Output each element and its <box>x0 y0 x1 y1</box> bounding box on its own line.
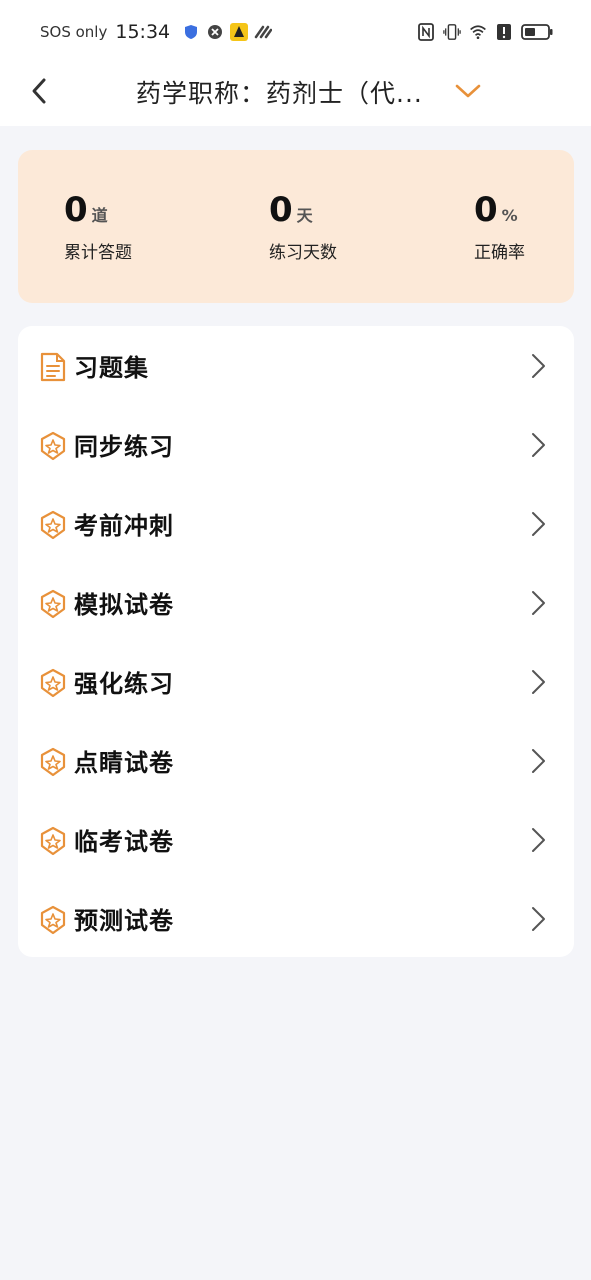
chevron-left-icon <box>32 78 46 104</box>
chevron-right-icon <box>532 354 545 378</box>
stat-total-answered: 0 道 累计答题 <box>64 190 132 263</box>
star-badge-icon <box>40 668 66 698</box>
menu-item-intensive-practice[interactable]: 强化练习 <box>18 642 574 721</box>
chevron-right-icon <box>532 433 545 457</box>
stat-unit: 天 <box>296 206 313 225</box>
menu-item-label: 习题集 <box>74 354 149 382</box>
alert-icon <box>495 23 513 41</box>
star-badge-icon <box>40 431 66 461</box>
status-left: SOS only 15:34 <box>40 21 273 43</box>
menu-item-key-point-paper[interactable]: 点睛试卷 <box>18 721 574 800</box>
document-icon <box>40 352 66 382</box>
menu-item-mock-paper[interactable]: 模拟试卷 <box>18 563 574 642</box>
menu-item-label: 同步练习 <box>74 433 174 461</box>
chevron-right-icon <box>532 670 545 694</box>
stat-label: 累计答题 <box>64 243 132 263</box>
stat-label: 练习天数 <box>269 243 337 263</box>
chevron-right-icon <box>532 907 545 931</box>
menu-item-label: 强化练习 <box>74 670 174 698</box>
stat-unit: % <box>501 206 518 225</box>
header-bar: 药学职称：药剂士（代... <box>0 64 591 126</box>
stat-value: 0 <box>64 190 88 230</box>
vibrate-icon <box>443 23 461 41</box>
menu-item-prediction-paper[interactable]: 预测试卷 <box>18 879 574 958</box>
chevron-right-icon <box>532 591 545 615</box>
page-title[interactable]: 药学职称：药剂士（代... <box>136 74 436 110</box>
clock: 15:34 <box>115 21 171 43</box>
back-button[interactable] <box>24 76 54 106</box>
shield-icon <box>182 23 200 41</box>
star-badge-icon <box>40 589 66 619</box>
stats-card: 0 道 累计答题 0 天 练习天数 0 % 正确率 <box>18 150 574 303</box>
menu-item-label: 预测试卷 <box>74 907 174 935</box>
menu-item-exercise-set[interactable]: 习题集 <box>18 326 574 405</box>
stat-accuracy: 0 % 正确率 <box>474 190 525 263</box>
stat-unit: 道 <box>91 206 108 225</box>
star-badge-icon <box>40 510 66 540</box>
chevron-right-icon <box>532 828 545 852</box>
menu-item-label: 点睛试卷 <box>74 749 174 777</box>
chevron-right-icon <box>532 512 545 536</box>
status-right <box>417 23 553 41</box>
title-dropdown-button[interactable] <box>452 78 484 104</box>
app-badge-icon <box>230 23 249 41</box>
carrier-text: SOS only <box>40 23 108 41</box>
chevron-right-icon <box>532 749 545 773</box>
menu-item-label: 模拟试卷 <box>74 591 174 619</box>
menu-item-label: 临考试卷 <box>74 828 174 856</box>
battery-icon <box>521 23 553 41</box>
menu-item-pre-exam-sprint[interactable]: 考前冲刺 <box>18 484 574 563</box>
nfc-icon <box>417 23 435 41</box>
stat-value: 0 <box>474 190 498 230</box>
chevron-down-icon <box>455 84 481 98</box>
star-badge-icon <box>40 826 66 856</box>
stat-practice-days: 0 天 练习天数 <box>269 190 337 263</box>
menu-item-sync-practice[interactable]: 同步练习 <box>18 405 574 484</box>
block-icon <box>206 23 224 41</box>
status-bar: SOS only 15:34 <box>0 0 591 64</box>
stat-value: 0 <box>269 190 293 230</box>
star-badge-icon <box>40 905 66 935</box>
stat-label: 正确率 <box>474 243 525 263</box>
menu-list: 习题集 同步练习 考前冲刺 模拟试卷 强化练习 点睛试卷 临考试卷 预测试卷 <box>18 326 574 957</box>
menu-item-final-exam-paper[interactable]: 临考试卷 <box>18 800 574 879</box>
star-badge-icon <box>40 747 66 777</box>
menu-item-label: 考前冲刺 <box>74 512 174 540</box>
wifi-icon <box>469 23 487 41</box>
link-icon <box>254 23 273 41</box>
